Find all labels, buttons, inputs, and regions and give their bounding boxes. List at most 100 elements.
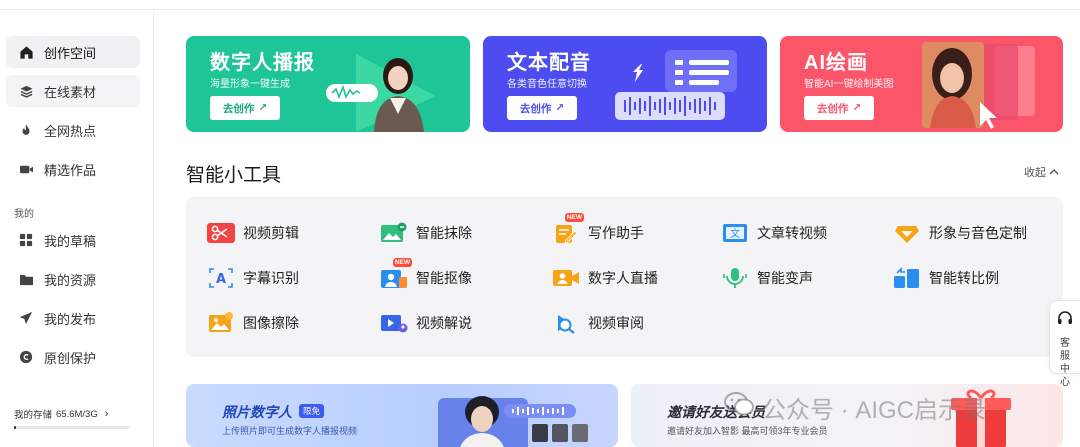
storage-progress-bar	[14, 426, 130, 429]
sidebar-item-label: 精选作品	[44, 162, 97, 178]
portrait-cutout-icon: NEW	[380, 258, 412, 289]
sidebar-item-label: 我的发布	[44, 311, 97, 327]
tool-avatar-voice-custom[interactable]: 形象与音色定制	[893, 221, 1027, 245]
banner-text-dubbing[interactable]: 文本配音 各类音色任意切换 去创作 ↗	[483, 36, 767, 132]
sidebar-item-original-protection[interactable]: 原创保护	[6, 341, 140, 373]
tool-smart-aspect-ratio[interactable]: 智能转比例	[893, 266, 999, 290]
tool-article-to-video[interactable]: 文 文章转视频	[721, 221, 827, 245]
create-button-digital-human[interactable]: 去创作 ↗	[210, 96, 280, 120]
headset-icon	[1057, 311, 1073, 331]
sidebar-item-hot-topics[interactable]: 全网热点	[6, 114, 140, 146]
sidebar: 创作空间 在线素材 全网热点 精选作品 我的 我的草稿 我的资源 我的发布 原创…	[0, 10, 154, 447]
tool-video-review[interactable]: 视频审阅	[552, 311, 644, 335]
tool-label: 视频审阅	[588, 315, 644, 331]
sidebar-item-label: 我的草稿	[44, 233, 97, 249]
tools-section-title: 智能小工具	[186, 165, 282, 186]
layers-icon	[18, 83, 34, 99]
create-button-text-dubbing[interactable]: 去创作 ↗	[507, 96, 577, 120]
customer-service-float[interactable]: 客服中心	[1049, 300, 1080, 388]
tool-label: 视频解说	[416, 315, 472, 331]
top-bar	[0, 0, 1080, 10]
banner-ai-painting[interactable]: AI绘画 智能AI一键绘制美图 去创作 ↗	[780, 36, 1063, 132]
diamond-icon	[893, 222, 921, 244]
tool-label: 形象与音色定制	[929, 225, 1027, 241]
banner-title: 文本配音	[507, 52, 591, 74]
tool-label: 智能转比例	[929, 270, 999, 286]
banner-title: 数字人播报	[210, 52, 315, 74]
live-stream-icon	[552, 267, 580, 289]
subtitle-icon: A	[207, 267, 235, 289]
flame-icon	[18, 122, 34, 138]
tool-smart-cutout[interactable]: NEW 智能抠像	[380, 258, 472, 290]
sidebar-item-label: 创作空间	[44, 45, 97, 61]
home-icon	[18, 44, 34, 60]
microphone-icon	[721, 267, 749, 289]
collapse-button[interactable]: 收起	[1024, 164, 1059, 180]
video-camera-icon	[18, 161, 34, 177]
section-label-mine: 我的	[14, 209, 34, 220]
sidebar-item-featured-works[interactable]: 精选作品	[6, 153, 140, 185]
arrow-up-right-icon: ↗	[852, 102, 862, 114]
tool-writing-assistant[interactable]: NEW 写作助手	[552, 213, 644, 245]
grid-icon	[18, 232, 34, 248]
tool-video-narration[interactable]: 视频解说	[380, 311, 472, 335]
tool-label: 视频剪辑	[243, 225, 299, 241]
free-badge: 限免	[299, 404, 325, 418]
wechat-logo-icon	[724, 391, 754, 424]
chevron-up-icon	[1049, 166, 1059, 178]
tool-label: 智能变声	[757, 270, 813, 286]
sidebar-item-my-resources[interactable]: 我的资源	[6, 263, 140, 295]
arrow-up-right-icon: ↗	[258, 102, 268, 114]
storage-label: 我的存储	[14, 410, 53, 421]
tool-subtitle-recognition[interactable]: A 字幕识别	[207, 266, 299, 290]
new-badge: NEW	[564, 213, 584, 222]
tool-video-edit[interactable]: 视频剪辑	[207, 221, 299, 245]
image-icon	[207, 312, 235, 334]
customer-service-label: 客服中心	[1060, 338, 1070, 388]
storage-progress-fill	[14, 426, 17, 429]
tool-label: 智能抠像	[416, 270, 472, 286]
collapse-label: 收起	[1024, 167, 1046, 179]
video-review-icon	[552, 312, 580, 334]
svg-text:文: 文	[730, 227, 740, 240]
svg-text:A: A	[216, 272, 226, 287]
card-title: 照片数字人	[222, 404, 292, 420]
tool-image-erase[interactable]: 图像擦除	[207, 311, 299, 335]
send-icon	[18, 310, 34, 326]
banner-subtitle: 各类音色任意切换	[507, 79, 587, 90]
tool-label: 文章转视频	[757, 225, 827, 241]
aspect-ratio-icon	[893, 267, 921, 289]
sidebar-item-creation-space[interactable]: 创作空间	[6, 36, 140, 68]
storage-value: 65.6M/3G	[56, 408, 98, 420]
card-photo-digital-human[interactable]: 照片数字人 限免 上传照片即可生成数字人播报视频	[186, 384, 618, 447]
sidebar-item-my-publish[interactable]: 我的发布	[6, 302, 140, 334]
create-button-ai-painting[interactable]: 去创作 ↗	[804, 96, 874, 120]
tool-smart-erase[interactable]: 智能抹除	[380, 221, 472, 245]
card-subtitle: 上传照片即可生成数字人播报视频	[222, 426, 358, 436]
sidebar-item-online-materials[interactable]: 在线素材	[6, 75, 140, 107]
folder-icon	[18, 271, 34, 287]
banner-digital-human[interactable]: 数字人播报 海量形象一键生成 去创作 ↗	[186, 36, 470, 132]
storage-info[interactable]: 我的存储 65.6M/3G ›	[14, 407, 108, 421]
arrow-up-right-icon: ↗	[555, 102, 565, 114]
sidebar-item-label: 全网热点	[44, 123, 97, 139]
tool-label: 写作助手	[588, 225, 644, 241]
card-subtitle: 邀请好友加入智影 最高可领3年专业会员	[667, 426, 828, 436]
copyright-icon	[18, 349, 34, 365]
sidebar-item-my-drafts[interactable]: 我的草稿	[6, 224, 140, 256]
scissors-icon	[207, 222, 235, 244]
tool-label: 智能抹除	[416, 225, 472, 241]
pen-icon: NEW	[552, 213, 584, 244]
image-erase-icon	[380, 222, 408, 244]
watermark: 公众号 · AIGC启示录	[724, 390, 986, 425]
sidebar-item-label: 原创保护	[44, 350, 97, 366]
tool-smart-voice-change[interactable]: 智能变声	[721, 266, 813, 290]
cta-label: 去创作	[816, 102, 849, 115]
text-to-video-icon: 文	[721, 222, 749, 244]
tool-digital-human-live[interactable]: 数字人直播	[552, 266, 658, 290]
tool-label: 数字人直播	[588, 270, 658, 286]
tool-label: 字幕识别	[243, 270, 299, 286]
banner-subtitle: 海量形象一键生成	[210, 79, 290, 90]
watermark-text: 公众号 · AIGC启示录	[762, 397, 987, 424]
sidebar-item-label: 在线素材	[44, 84, 97, 100]
